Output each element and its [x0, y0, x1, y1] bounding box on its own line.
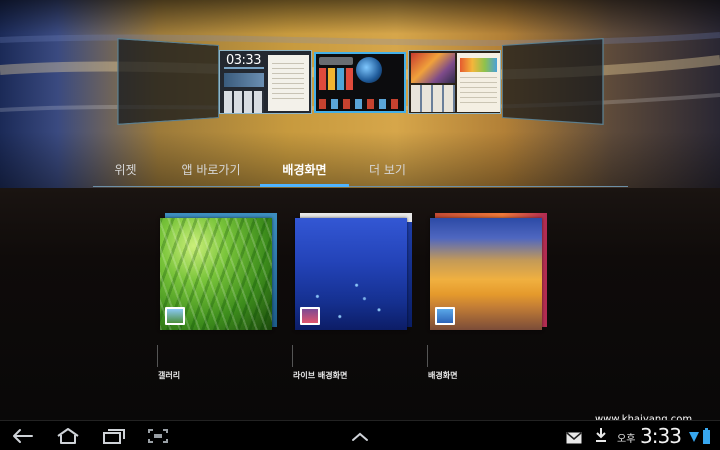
active-tab-indicator: [260, 184, 349, 187]
item-label: 배경화면: [428, 371, 458, 380]
home-screen-carousel: 03:33: [0, 0, 720, 150]
home-screen-panel[interactable]: [502, 38, 604, 125]
gallery-thumbnail[interactable]: [160, 218, 272, 330]
panel-search-widget: [319, 57, 353, 65]
chevron-up-icon[interactable]: [347, 426, 373, 446]
item-divider: [157, 345, 158, 367]
panel-clock: 03:33: [226, 53, 261, 68]
panel-widget: [224, 91, 264, 113]
clock-ampm: 오후: [617, 434, 636, 445]
wifi-icon[interactable]: [688, 429, 700, 443]
live-wallpaper-thumbnail[interactable]: [295, 218, 407, 330]
wallpaper-source-gallery[interactable]: 갤러리: [157, 210, 280, 385]
home-screen-panel[interactable]: [117, 38, 219, 125]
wallpaper-thumbnail[interactable]: [430, 218, 542, 330]
panel-weather-widget: [224, 73, 264, 87]
panel-photo-grid: [411, 85, 455, 112]
panel-document-widget: [268, 55, 309, 111]
home-icon[interactable]: [55, 426, 81, 446]
system-bar: 오후 3:33: [0, 420, 720, 450]
item-label: 라이브 배경화면: [293, 371, 348, 380]
screenshot-icon[interactable]: [145, 426, 171, 446]
home-screen-panel[interactable]: [408, 50, 501, 114]
panel-card-widget: [457, 53, 500, 112]
panel-app-tiles: [319, 68, 353, 90]
customize-tabs: 위젯 앱 바로가기 배경화면 더 보기: [93, 156, 628, 188]
tabs-divider: [93, 186, 628, 187]
panel-photo-widget: [411, 53, 455, 83]
wallpaper-source-list: 갤러리 라이브 배경화면 배경화면: [0, 210, 720, 390]
item-label: 갤러리: [158, 371, 181, 380]
clock-time[interactable]: 3:33: [640, 424, 682, 448]
email-icon[interactable]: [566, 429, 582, 444]
panel-widget: [224, 67, 264, 69]
panel-app-icons: [319, 99, 403, 109]
wallpaper-source-wallpapers[interactable]: 배경화면: [427, 210, 550, 385]
tab-wallpapers[interactable]: 배경화면: [260, 156, 349, 186]
live-wallpaper-icon: [300, 307, 320, 325]
gallery-icon: [165, 307, 185, 325]
battery-icon[interactable]: [703, 428, 710, 444]
wallpaper-icon: [435, 307, 455, 325]
item-divider: [292, 345, 293, 367]
home-screen-panel[interactable]: 03:33: [219, 50, 312, 114]
wallpaper-source-live-wallpapers[interactable]: 라이브 배경화면: [292, 210, 415, 385]
recent-apps-icon[interactable]: [101, 426, 127, 446]
tab-more[interactable]: 더 보기: [355, 156, 420, 186]
home-screen-panel-current[interactable]: [314, 52, 406, 113]
back-icon[interactable]: [10, 426, 36, 446]
item-divider: [427, 345, 428, 367]
tab-app-shortcuts[interactable]: 앱 바로가기: [171, 156, 251, 186]
panel-globe-widget: [356, 57, 382, 83]
download-icon[interactable]: [594, 427, 608, 443]
tab-widgets[interactable]: 위젯: [93, 156, 158, 186]
